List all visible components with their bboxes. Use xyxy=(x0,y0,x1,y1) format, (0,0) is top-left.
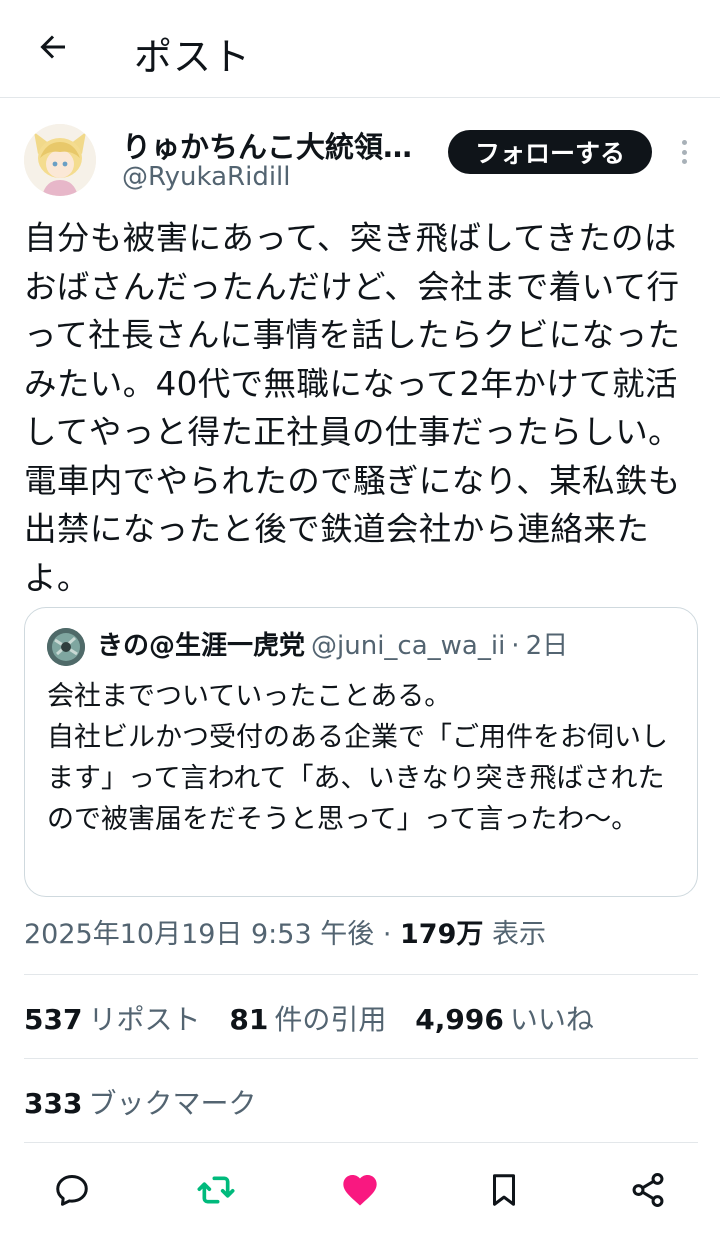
share-button[interactable] xyxy=(626,1168,670,1212)
more-options-icon[interactable] xyxy=(672,134,696,170)
follow-button[interactable]: フォローする xyxy=(448,130,652,174)
more-dot xyxy=(681,159,687,164)
divider xyxy=(24,974,698,975)
engagement-stats: 537 リポスト 81 件の引用 4,996 いいね xyxy=(24,998,614,1038)
quote-separator: · xyxy=(511,631,520,661)
page-title: ポスト xyxy=(134,35,252,79)
divider xyxy=(24,1142,698,1143)
quotes-count: 81 xyxy=(229,1003,269,1036)
divider xyxy=(24,1058,698,1059)
more-dot xyxy=(681,140,687,145)
author-display-name[interactable]: りゅかちんこ大統領… xyxy=(122,124,422,166)
quote-age: 2日 xyxy=(525,631,569,661)
bookmark-button[interactable] xyxy=(482,1168,526,1212)
quote-avatar xyxy=(47,628,85,666)
bookmarks-count: 333 xyxy=(24,1087,83,1120)
quotes-stat[interactable]: 81 件の引用 xyxy=(229,1003,386,1036)
meta-separator: · xyxy=(382,919,392,950)
quote-text: 会社までついていったことある。 自社ビルかつ受付のある企業で「ご用件をお伺いしま… xyxy=(47,681,668,835)
author-handle[interactable]: @RyukaRidill xyxy=(122,162,291,192)
reposts-count: 537 xyxy=(24,1003,83,1036)
back-button[interactable] xyxy=(30,24,76,70)
repost-icon xyxy=(197,1176,235,1204)
quote-author-handle: @juni_ca_wa_ii xyxy=(311,631,506,661)
reply-icon xyxy=(56,1175,88,1206)
reply-button[interactable] xyxy=(50,1168,94,1212)
action-bar xyxy=(0,1160,720,1220)
share-icon xyxy=(632,1172,664,1208)
avatar-image xyxy=(24,124,96,196)
views-label: 表示 xyxy=(491,919,546,950)
post-timestamp: 2025年10月19日 9:53 午後 · 179万 表示 xyxy=(24,912,546,951)
quotes-label: 件の引用 xyxy=(274,1003,387,1036)
likes-count: 4,996 xyxy=(415,1003,504,1036)
bookmarks-label: ブックマーク xyxy=(88,1087,257,1120)
likes-label: いいね xyxy=(509,1003,594,1036)
more-dot xyxy=(681,149,687,155)
quote-author-name: きの@生涯一虎党 xyxy=(97,631,306,661)
bookmarks-stat[interactable]: 333 ブックマーク xyxy=(24,1082,256,1122)
repost-button[interactable] xyxy=(194,1168,238,1212)
quote-header: きの@生涯一虎党 @juni_ca_wa_ii · 2日 xyxy=(97,630,568,662)
reposts-label: リポスト xyxy=(88,1003,201,1036)
likes-stat[interactable]: 4,996 いいね xyxy=(415,1003,594,1036)
post-author: りゅかちんこ大統領… @RyukaRidill フォローする xyxy=(24,122,696,202)
quoted-post[interactable]: きの@生涯一虎党 @juni_ca_wa_ii · 2日 会社までついていったことある… xyxy=(24,607,698,897)
quote-avatar-image xyxy=(47,628,85,666)
like-button[interactable] xyxy=(338,1168,382,1212)
avatar[interactable] xyxy=(24,124,96,196)
views-count: 179万 xyxy=(400,919,484,950)
post-date[interactable]: 2025年10月19日 9:53 午後 xyxy=(24,919,374,950)
top-bar: ポスト xyxy=(0,0,720,98)
reposts-stat[interactable]: 537 リポスト xyxy=(24,1003,200,1036)
bookmark-icon xyxy=(492,1174,516,1206)
heart-icon xyxy=(343,1175,377,1206)
arrow-left-icon xyxy=(40,35,65,59)
post-text: 自分も被害にあって、突き飛ばしてきたのはおばさんだったんだけど、会社まで着いて行… xyxy=(24,219,682,597)
